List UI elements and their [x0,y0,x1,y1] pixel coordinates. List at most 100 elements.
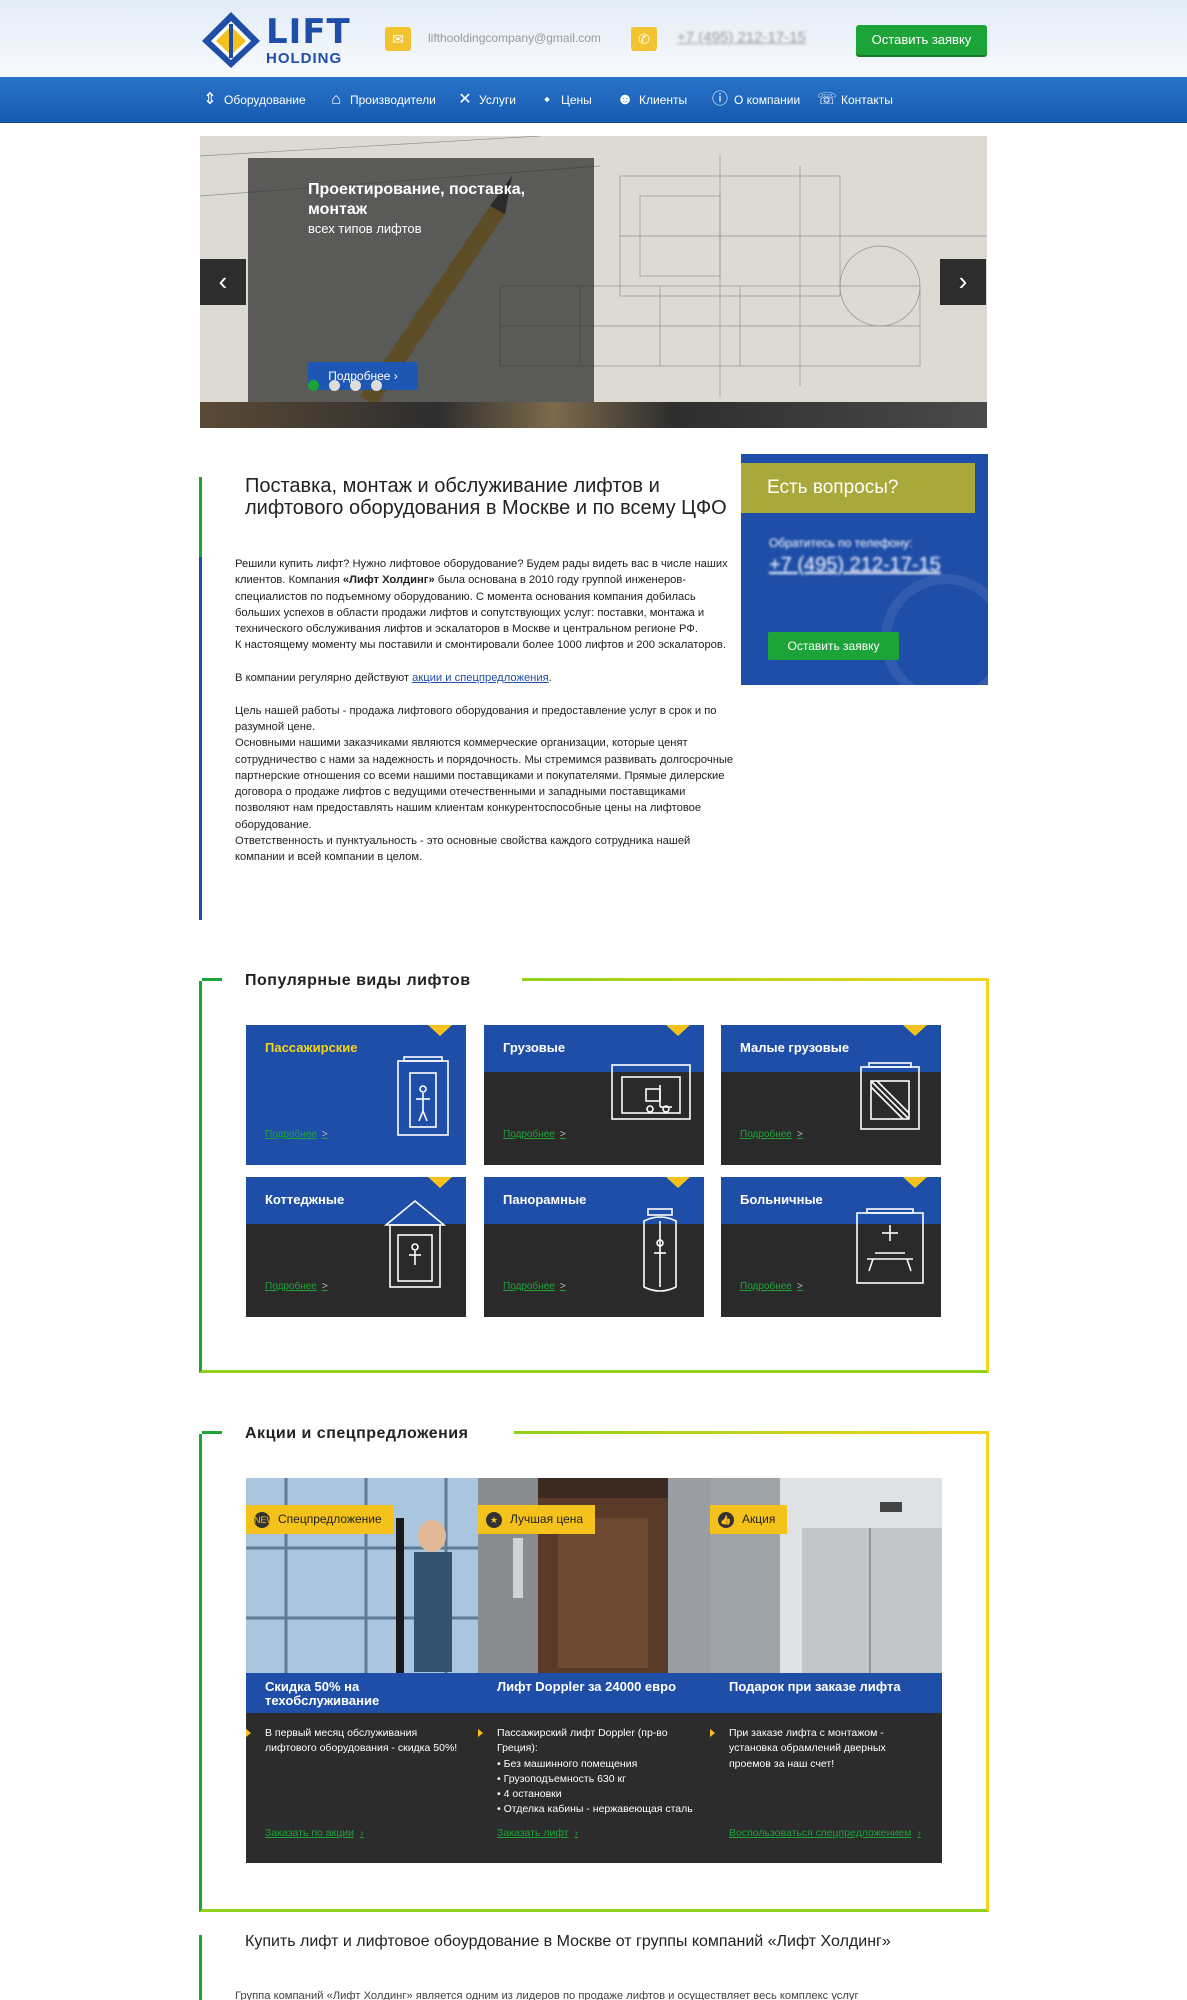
promo-card[interactable]: NEW Спецпредложение Скидка 50% на техобсл… [246,1478,478,1863]
phone-icon: ✆ [631,27,657,51]
nav-label: Цены [561,93,592,107]
slide-subtitle: всех типов лифтов [308,221,422,236]
lift-tile-more-link[interactable]: Подробнее > [503,1281,566,1292]
lift-tile[interactable]: Грузовые Подробнее > [484,1025,704,1165]
nav-label: Производители [350,93,436,107]
questions-phone[interactable]: +7 (495) 212-17-15 [769,554,941,577]
hero-slider: Проектирование, поставка, монтаж всех ти… [200,136,987,428]
slider-prev-button[interactable]: ‹ [200,259,246,305]
slider-next-button[interactable]: › [940,259,986,305]
header-phone[interactable]: +7 (495) 212-17-15 [677,29,806,46]
nav-label: Оборудование [224,93,306,107]
logo-text-lift: LIFT [266,12,351,52]
bottom-text: Группа компаний «Лифт Холдинг» является … [235,1990,859,2000]
lift-tile-more-link[interactable]: Подробнее > [265,1129,328,1140]
more-label: Подробнее [740,1281,792,1292]
slider-dot[interactable] [350,380,361,391]
chevron-right-icon: > [321,1129,328,1140]
nav-item-clients[interactable]: ☻ Клиенты [615,77,688,123]
nav-item-about[interactable]: ⓘ О компании [710,77,800,123]
nav-item-contacts[interactable]: ☏ Контакты [817,77,893,123]
questions-title: Есть вопросы? [741,463,975,513]
header-email[interactable]: lifthooldingcompany@gmail.com [428,31,601,45]
accent-bar [199,477,202,557]
promo-marker [246,1728,251,1738]
text-span: . [548,672,552,685]
slider-dot[interactable] [308,380,319,391]
chevron-right-icon: > [796,1129,803,1140]
accent-bar [199,557,202,920]
promo-title: Скидка 50% на техобслуживание [246,1673,478,1713]
promo-link[interactable]: Заказать по акции › [265,1827,363,1839]
promos-link[interactable]: акции и спецпредложения [412,672,549,684]
badge-label: Лучшая цена [510,1512,584,1526]
info-icon: ⓘ [711,91,728,108]
lift-tile[interactable]: Коттеджные Подробнее > [246,1177,466,1317]
nav-item-prices[interactable]: ⬩ Цены [537,77,592,123]
slide-caption: Проектирование, поставка, монтаж всех ти… [248,158,594,406]
phone-watermark-icon [881,574,988,685]
chevron-right-icon: › [917,1827,921,1839]
slider-dot[interactable] [371,380,382,391]
link-label: Воспользоваться спецпредложением [729,1827,912,1839]
promo-text: В первый месяц обслуживания лифтового об… [265,1726,465,1757]
promo-badge: ★ Лучшая цена [478,1505,596,1534]
promo-card[interactable]: 👍 Акция Подарок при заказе лифта При зака… [710,1478,942,1863]
intro-title: Поставка, монтаж и обслуживание лифтов и… [245,475,727,519]
nav-item-manufacturers[interactable]: ⌂ Производители [326,77,436,123]
more-label: Подробнее [740,1129,792,1140]
elevator-icon: ⇕ [203,91,217,108]
intro-paragraph: Основными нашими заказчиками являются ко… [235,737,734,831]
company-name: «Лифт Холдинг» [342,574,435,587]
promo-link[interactable]: Заказать лифт › [497,1827,578,1839]
lift-tile-more-link[interactable]: Подробнее > [265,1281,328,1292]
nav-item-equipment[interactable]: ⇕ Оборудование [200,77,306,123]
mail-icon: ✉ [385,27,411,51]
promo-line: При заказе лифта с монтажом - установка … [729,1727,886,1770]
lift-tile-name: Грузовые [503,1040,566,1055]
lift-tile-more-link[interactable]: Подробнее > [740,1281,803,1292]
more-label: Подробнее [265,1281,317,1292]
promo-text: Пассажирский лифт Doppler (пр-во Греция)… [497,1726,697,1818]
popular-lifts-title: Популярные виды лифтов [245,972,471,989]
intro-paragraph: Цель нашей работы - продажа лифтового об… [235,704,717,733]
promo-badge: 👍 Акция [710,1505,788,1534]
thumbs-up-icon: 👍 [718,1511,734,1528]
lift-tile[interactable]: Панорамные Подробнее > [484,1177,704,1317]
questions-box: Есть вопросы? Обратитесь по телефону: +7… [741,454,988,685]
price-tag-icon: ⬩ [544,91,550,108]
logo[interactable]: LIFT HOLDING [200,10,350,70]
nav-item-services[interactable]: ✕ Услуги [455,77,516,123]
star-icon: ★ [486,1511,502,1528]
lift-tile-more-link[interactable]: Подробнее > [740,1129,803,1140]
logo-text-holding: HOLDING [266,50,343,67]
promo-badge: NEW Спецпредложение [246,1505,394,1534]
lift-tile[interactable]: Больничные Подробнее > [721,1177,941,1317]
link-label: Заказать лифт [497,1827,569,1839]
intro-paragraph: В компании регулярно действуют акции и с… [235,670,735,686]
tools-icon: ✕ [458,91,472,108]
promo-link[interactable]: Воспользоваться спецпредложением › [729,1827,921,1839]
lift-tile-more-link[interactable]: Подробнее > [503,1129,566,1140]
promo-line: • Без машинного помещения [497,1757,638,1770]
slider-dot[interactable] [329,380,340,391]
intro-paragraph: Решили купить лифт? Нужно лифтовое обору… [235,556,735,637]
chevron-right-icon: > [559,1281,566,1292]
promo-line: В первый месяц обслуживания лифтового об… [265,1727,458,1755]
lift-tile[interactable]: Пассажирские Подробнее > [246,1025,466,1165]
promo-card[interactable]: ★ Лучшая цена Лифт Doppler за 24000 евро … [478,1478,710,1863]
hospital-lift-icon [856,1208,924,1284]
bottom-title: Купить лифт и лифтовое обоурдование в Мо… [245,1933,891,1950]
badge-label: Акция [742,1512,776,1526]
more-label: Подробнее [503,1281,555,1292]
promo-title: Подарок при заказе лифта [710,1673,942,1713]
lift-tile[interactable]: Малые грузовые Подробнее > [721,1025,941,1165]
text-span: В компании регулярно действуют [235,672,413,685]
intro-paragraph: Ответственность и пунктуальность - это о… [235,835,691,864]
nav-label: Услуги [479,93,516,107]
questions-request-button[interactable]: Оставить заявку [768,632,899,660]
cottage-lift-icon [384,1199,446,1288]
header-request-button[interactable]: Оставить заявку [856,25,987,55]
link-label: Заказать по акции [265,1827,354,1839]
chevron-right-icon: › [359,1827,364,1839]
